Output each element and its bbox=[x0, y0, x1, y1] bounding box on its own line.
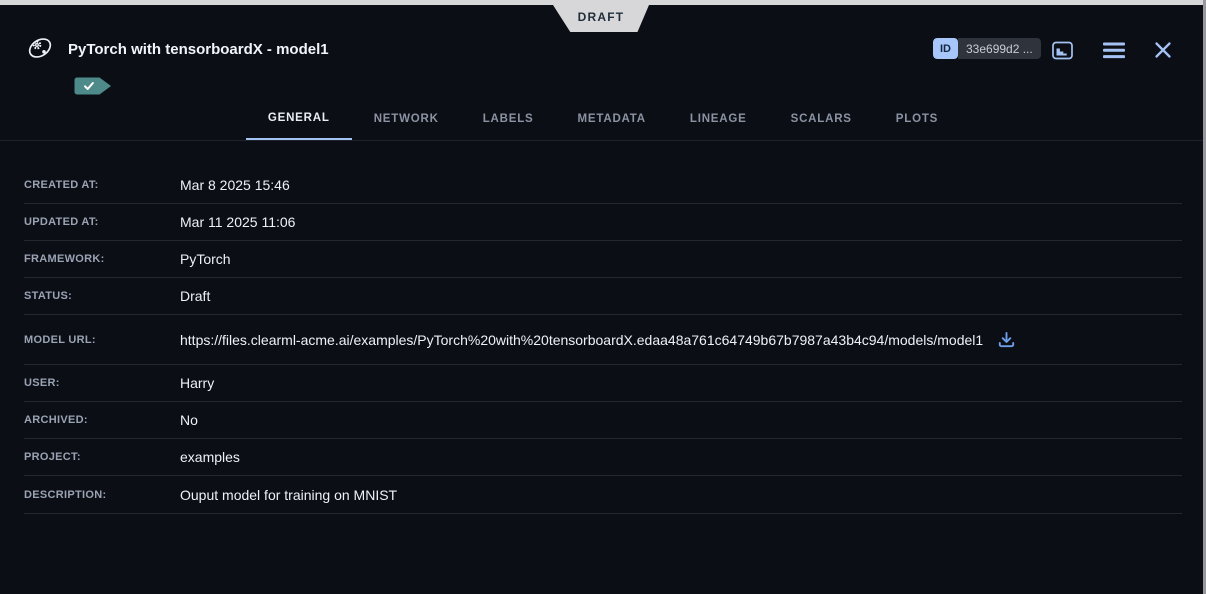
draft-status-ribbon: DRAFT bbox=[553, 5, 649, 32]
details-table: CREATED AT: Mar 8 2025 15:46 UPDATED AT:… bbox=[0, 141, 1206, 514]
table-row-archived: ARCHIVED: No bbox=[24, 402, 1182, 439]
field-label: PROJECT: bbox=[24, 451, 180, 463]
download-icon bbox=[997, 331, 1016, 349]
table-row-user: USER: Harry bbox=[24, 365, 1182, 402]
model-icon bbox=[26, 34, 54, 67]
tab-bar: GENERAL NETWORK LABELS METADATA LINEAGE … bbox=[0, 98, 1206, 141]
tab-network[interactable]: NETWORK bbox=[352, 98, 461, 140]
field-value: Mar 8 2025 15:46 bbox=[180, 177, 290, 193]
field-label: FRAMEWORK: bbox=[24, 253, 180, 265]
field-value: Ouput model for training on MNIST bbox=[180, 487, 397, 503]
hamburger-menu-icon bbox=[1103, 42, 1125, 59]
page-title: PyTorch with tensorboardX - model1 bbox=[68, 41, 329, 58]
close-icon bbox=[1154, 41, 1172, 59]
field-label: STATUS: bbox=[24, 290, 180, 302]
download-model-button[interactable] bbox=[997, 331, 1016, 349]
table-row-framework: FRAMEWORK: PyTorch bbox=[24, 241, 1182, 278]
draft-status-label: DRAFT bbox=[578, 10, 625, 24]
id-value: 33e699d2 ... bbox=[958, 38, 1041, 59]
viewport-top-strip bbox=[0, 0, 1206, 5]
tab-scalars[interactable]: SCALARS bbox=[769, 98, 874, 140]
chart-image-icon bbox=[1052, 40, 1073, 61]
menu-button[interactable] bbox=[1102, 41, 1126, 59]
table-row-model-url: MODEL URL: https://files.clearml-acme.ai… bbox=[24, 315, 1182, 365]
field-value: PyTorch bbox=[180, 251, 231, 267]
model-detail-panel: DRAFT PyTorch with tensorboardX - model1… bbox=[0, 0, 1206, 594]
field-value: Draft bbox=[180, 288, 210, 304]
plots-preview-button[interactable] bbox=[1050, 38, 1074, 62]
tab-plots[interactable]: PLOTS bbox=[874, 98, 960, 140]
table-row-status: STATUS: Draft bbox=[24, 278, 1182, 315]
tab-metadata[interactable]: METADATA bbox=[556, 98, 668, 140]
model-url-value: https://files.clearml-acme.ai/examples/P… bbox=[180, 332, 983, 348]
table-row-project: PROJECT: examples bbox=[24, 439, 1182, 476]
table-row-created-at: CREATED AT: Mar 8 2025 15:46 bbox=[24, 167, 1182, 204]
close-button[interactable] bbox=[1152, 40, 1174, 60]
field-value: Harry bbox=[180, 375, 214, 391]
field-label: ARCHIVED: bbox=[24, 414, 180, 426]
tab-general[interactable]: GENERAL bbox=[246, 98, 352, 140]
table-row-description: DESCRIPTION: Ouput model for training on… bbox=[24, 476, 1182, 514]
model-id-badge[interactable]: ID 33e699d2 ... bbox=[933, 38, 1041, 59]
field-label: MODEL URL: bbox=[24, 334, 180, 346]
field-value: Mar 11 2025 11:06 bbox=[180, 214, 295, 230]
tab-lineage[interactable]: LINEAGE bbox=[668, 98, 769, 140]
table-row-updated-at: UPDATED AT: Mar 11 2025 11:06 bbox=[24, 204, 1182, 241]
field-label: CREATED AT: bbox=[24, 179, 180, 191]
field-value: examples bbox=[180, 449, 240, 465]
ready-tag[interactable] bbox=[74, 77, 112, 100]
id-label: ID bbox=[933, 38, 958, 59]
field-label: USER: bbox=[24, 377, 180, 389]
field-label: DESCRIPTION: bbox=[24, 489, 180, 501]
field-label: UPDATED AT: bbox=[24, 216, 180, 228]
field-value: No bbox=[180, 412, 198, 428]
tab-labels[interactable]: LABELS bbox=[461, 98, 556, 140]
